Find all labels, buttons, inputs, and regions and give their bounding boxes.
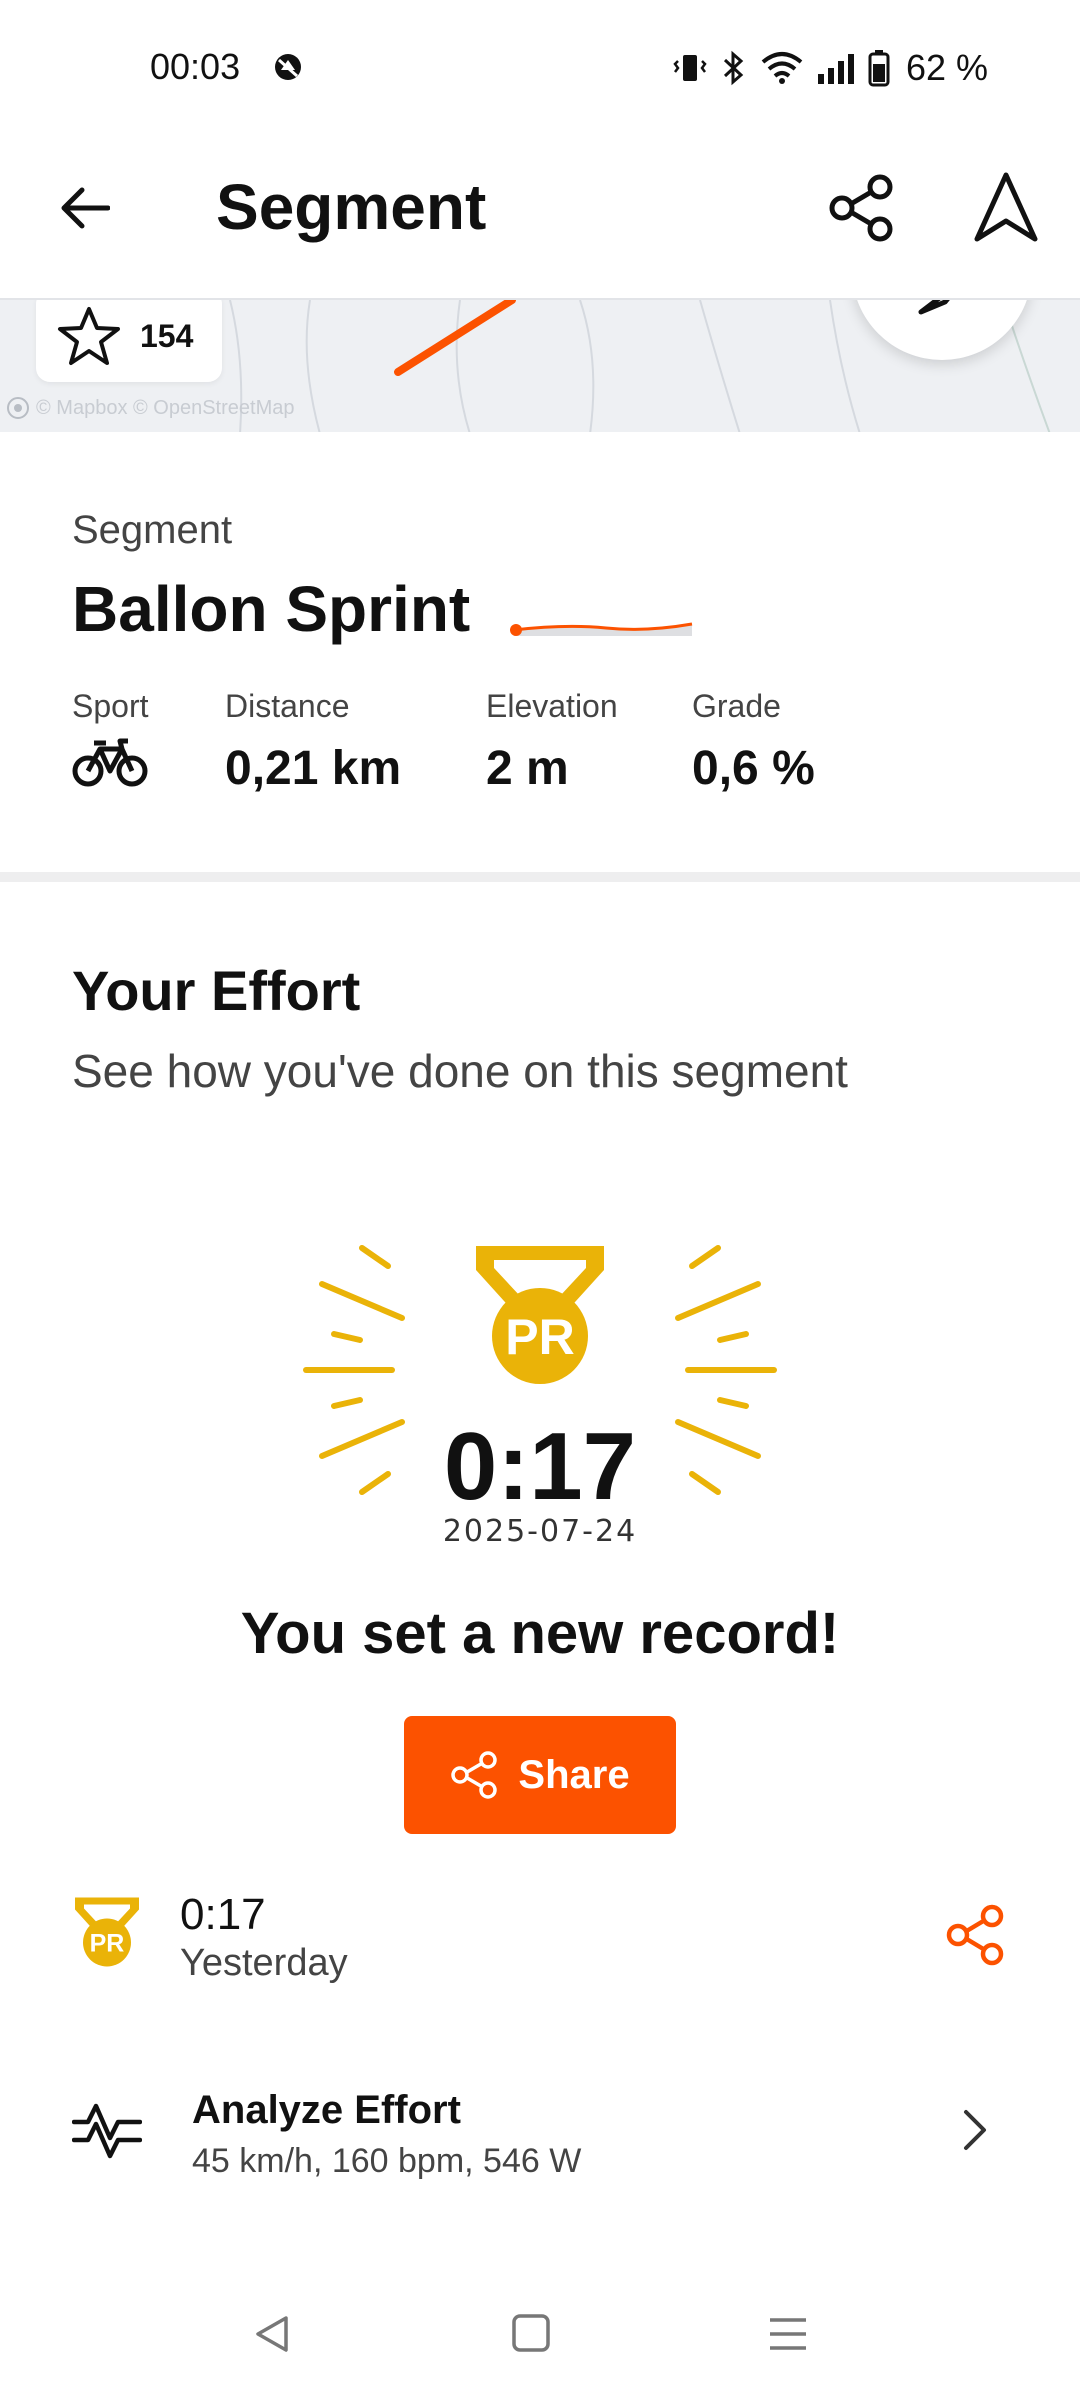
- stat-elevation-label: Elevation: [486, 688, 618, 724]
- back-arrow-icon: [61, 187, 110, 229]
- stat-sport-label: Sport: [72, 688, 149, 724]
- share-button[interactable]: [820, 166, 904, 250]
- system-nav-bar: [0, 2280, 1080, 2400]
- star-button[interactable]: 154: [36, 300, 222, 382]
- app-header: Segment: [0, 140, 1080, 300]
- segment-info: Segment Ballon Sprint Sport Distance 0,2…: [0, 432, 1080, 872]
- analyze-title: Analyze Effort: [192, 2088, 461, 2132]
- stat-grade-value: 0,6 %: [692, 742, 815, 795]
- bike-icon: [72, 738, 148, 787]
- stat-distance: Distance 0,21 km: [225, 688, 401, 796]
- pr-time: 0:17: [443, 1413, 637, 1520]
- stat-sport: Sport: [72, 688, 148, 794]
- effort-row-time: 0:17: [180, 1890, 266, 1939]
- back-button[interactable]: [48, 172, 120, 244]
- nav-home-icon[interactable]: [510, 2312, 552, 2354]
- stat-grade-label: Grade: [692, 688, 781, 724]
- pr-date: 2025-07-24: [442, 1514, 638, 1549]
- bluetooth-icon: [723, 50, 744, 86]
- mapbox-logo-icon: [7, 397, 29, 419]
- share-icon: [946, 1904, 1004, 1966]
- segment-name: Ballon Sprint: [72, 573, 471, 645]
- section-divider: [0, 872, 1080, 882]
- effort-row-badge-text: PR: [90, 1930, 125, 1958]
- status-icons: 62 %: [672, 46, 988, 90]
- pr-badge-text: PR: [505, 1309, 574, 1365]
- pr-medal-icon: PR: [75, 1897, 139, 1967]
- status-time: 00:03: [150, 46, 241, 87]
- analyze-subtitle: 45 km/h, 160 bpm, 546 W: [192, 2142, 582, 2180]
- share-pr-button[interactable]: Share: [404, 1716, 676, 1834]
- map-attribution-text: © Mapbox © OpenStreetMap: [36, 396, 295, 419]
- map-attribution[interactable]: © Mapbox © OpenStreetMap: [6, 396, 295, 420]
- share-icon: [829, 174, 893, 242]
- share-icon: [451, 1751, 498, 1799]
- effort-share-button[interactable]: [940, 1900, 1010, 1970]
- signal-icon: [817, 54, 854, 84]
- pr-medal-icon: PR: [476, 1246, 604, 1384]
- analyze-effort-row[interactable]: Analyze Effort 45 km/h, 160 bpm, 546 W: [0, 2060, 1080, 2200]
- effort-title: Your Effort: [72, 959, 361, 1022]
- star-count: 154: [140, 317, 194, 354]
- effort-subtitle: See how you've done on this segment: [72, 1045, 848, 1097]
- segment-label: Segment: [72, 508, 233, 552]
- record-message: You set a new record!: [240, 1601, 840, 1666]
- status-bar: 00:03 62 %: [0, 0, 1080, 140]
- route-line: [394, 300, 516, 376]
- navigate-arrow-icon: [918, 300, 950, 315]
- stat-distance-label: Distance: [225, 688, 350, 724]
- wifi-icon: [761, 52, 803, 84]
- nav-recents-icon[interactable]: [766, 2312, 810, 2356]
- stat-elevation-value: 2 m: [486, 742, 569, 795]
- star-icon: [58, 307, 120, 365]
- page-title: Segment: [216, 171, 487, 243]
- stat-elevation: Elevation 2 m: [486, 688, 618, 796]
- nav-back-icon[interactable]: [250, 2312, 294, 2356]
- stat-grade: Grade 0,6 %: [692, 688, 815, 796]
- effort-row-date: Yesterday: [180, 1942, 348, 1984]
- analyze-wave-icon: [72, 2103, 142, 2159]
- chevron-right-icon: [964, 2110, 986, 2150]
- dnd-icon: [275, 54, 301, 80]
- battery-icon: [868, 50, 890, 87]
- vibrate-icon: [673, 55, 707, 81]
- battery-percent: 62 %: [905, 47, 988, 88]
- effort-list-item[interactable]: PR 0:17 Yesterday: [0, 1880, 1080, 1990]
- navigate-button[interactable]: [964, 166, 1048, 250]
- segment-map[interactable]: 154 © Mapbox © OpenStreetMap: [0, 298, 1080, 432]
- elevation-profile-icon: [510, 622, 693, 636]
- stat-distance-value: 0,21 km: [225, 742, 402, 795]
- share-label: Share: [518, 1752, 630, 1797]
- navigate-icon: [974, 172, 1038, 242]
